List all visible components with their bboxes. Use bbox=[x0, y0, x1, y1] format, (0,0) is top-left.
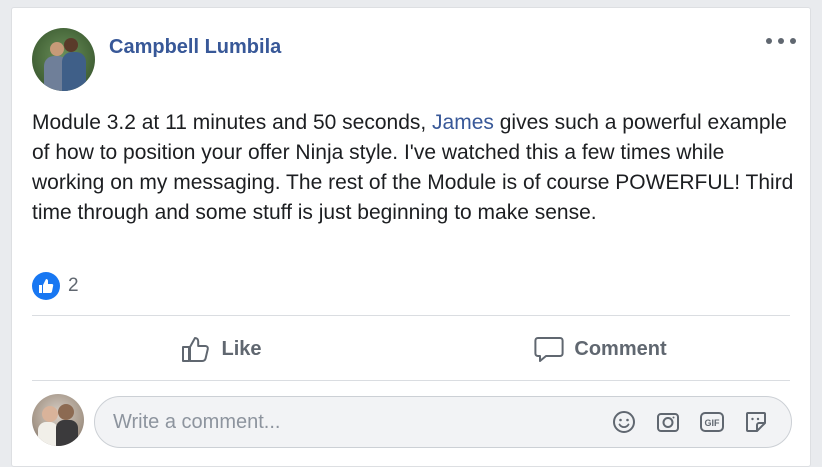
reactions-summary[interactable]: 2 bbox=[32, 272, 79, 300]
author-name[interactable]: Campbell Lumbila bbox=[109, 36, 281, 59]
thumbs-up-icon bbox=[182, 337, 210, 362]
post-card: Campbell Lumbila Module 3.2 at 11 minute… bbox=[11, 7, 811, 467]
divider-bottom bbox=[32, 380, 790, 381]
post-text: Module 3.2 at 11 minutes and 50 seconds,… bbox=[32, 108, 802, 228]
comment-label: Comment bbox=[574, 337, 667, 360]
camera-icon[interactable] bbox=[655, 409, 681, 435]
sticker-icon[interactable] bbox=[743, 409, 769, 435]
more-options-icon[interactable] bbox=[766, 32, 796, 50]
commenter-avatar[interactable] bbox=[32, 394, 84, 446]
comment-composer: GIF bbox=[94, 396, 792, 448]
composer-icons: GIF bbox=[611, 409, 791, 435]
like-reaction-icon bbox=[32, 272, 60, 300]
reaction-count: 2 bbox=[68, 275, 79, 296]
comment-button[interactable]: Comment bbox=[411, 317, 790, 381]
author-avatar[interactable] bbox=[32, 28, 95, 91]
emoji-icon[interactable] bbox=[611, 409, 637, 435]
svg-text:GIF: GIF bbox=[705, 418, 721, 428]
divider-top bbox=[32, 315, 790, 316]
comment-input[interactable] bbox=[95, 397, 611, 447]
gif-icon[interactable]: GIF bbox=[699, 409, 725, 435]
like-label: Like bbox=[221, 337, 262, 360]
post-actions: Like Comment bbox=[32, 317, 790, 381]
like-button[interactable]: Like bbox=[32, 317, 411, 381]
post-text-part-1: Module 3.2 at 11 minutes and 50 seconds, bbox=[32, 111, 433, 134]
mention-link[interactable]: James bbox=[432, 111, 494, 134]
comment-icon bbox=[534, 337, 564, 362]
